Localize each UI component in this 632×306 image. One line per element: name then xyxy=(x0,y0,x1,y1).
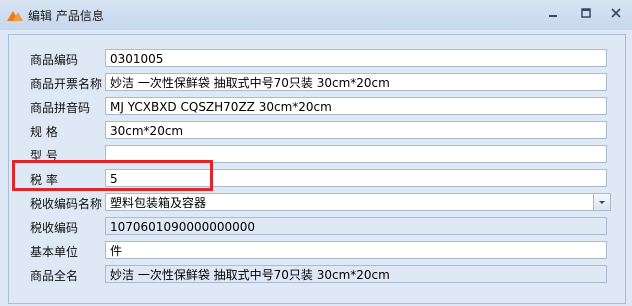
tax-rate-highlight-box xyxy=(12,160,213,191)
product-code-input[interactable]: 0301005 xyxy=(105,49,607,67)
maximize-icon[interactable] xyxy=(578,7,594,23)
tax-code-name-label: 税收编码名称 xyxy=(30,197,103,211)
spec-input[interactable]: 30cm*20cm xyxy=(105,121,607,139)
edit-product-window: 编辑 产品信息 商品编码 0301005 商品开票名称 妙洁 一次性保鲜袋 抽取… xyxy=(0,0,632,306)
product-code-label: 商品编码 xyxy=(30,53,79,67)
base-unit-input[interactable]: 件 xyxy=(105,241,607,259)
tax-code-label: 税收编码 xyxy=(30,221,79,235)
pinyin-code-input[interactable]: MJ YCXBXD CQSZH70ZZ 30cm*20cm xyxy=(105,97,607,115)
title-bar: 编辑 产品信息 xyxy=(0,0,632,30)
invoice-name-input[interactable]: 妙洁 一次性保鲜袋 抽取式中号70只装 30cm*20cm xyxy=(105,73,607,91)
chevron-down-icon[interactable] xyxy=(593,194,610,210)
minimize-icon[interactable] xyxy=(545,7,561,23)
tax-code-name-value: 塑料包装箱及容器 xyxy=(110,196,207,210)
window-title: 编辑 产品信息 xyxy=(28,9,104,23)
full-name-value: 妙洁 一次性保鲜袋 抽取式中号70只装 30cm*20cm xyxy=(105,265,607,283)
pinyin-code-label: 商品拼音码 xyxy=(30,101,91,115)
tax-code-name-select[interactable]: 塑料包装箱及容器 xyxy=(105,193,611,211)
base-unit-label: 基本单位 xyxy=(30,245,79,259)
close-icon[interactable] xyxy=(608,7,624,23)
spec-label: 规 格 xyxy=(30,125,58,139)
tax-code-value: 1070601090000000000 xyxy=(105,217,607,235)
full-name-label: 商品全名 xyxy=(30,269,79,283)
invoice-name-label: 商品开票名称 xyxy=(30,77,103,91)
app-logo-icon xyxy=(7,11,23,21)
